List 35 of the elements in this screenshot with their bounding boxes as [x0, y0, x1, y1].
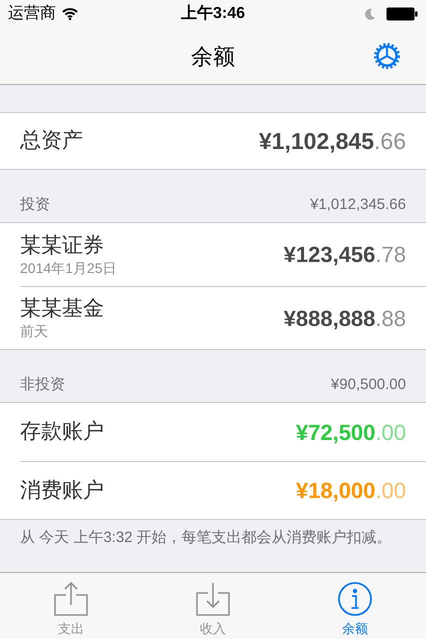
account-date: 2014年1月25日	[20, 258, 117, 276]
section-title: 投资	[20, 194, 50, 214]
cents-text: .88	[375, 304, 406, 332]
moon-icon	[364, 8, 376, 20]
amount-text: ¥1,102,845	[258, 126, 374, 156]
account-name: 某某基金	[20, 296, 104, 322]
amount-text: ¥72,500	[296, 418, 376, 446]
amount-text: ¥888,888	[284, 304, 376, 332]
account-name: 某某证券	[20, 232, 105, 258]
cents-text: .78	[375, 241, 406, 269]
wifi-icon	[62, 8, 78, 20]
row-label: 总资产	[20, 128, 83, 154]
account-name: 存款账户	[20, 419, 104, 445]
section-total: ¥90,500.00	[330, 374, 406, 394]
battery-icon	[386, 7, 418, 21]
tab-button[interactable]: 支出	[0, 573, 142, 639]
cents-text: .00	[375, 418, 406, 446]
section-total: ¥1,012,345.66	[310, 194, 406, 214]
amount-text: ¥18,000	[296, 477, 376, 505]
account-date: 前天	[20, 322, 49, 340]
nav-title: 余额	[191, 42, 235, 70]
tab-button[interactable]: 收入	[142, 573, 284, 639]
footnote-text: 从 今天 上午3:32 开始，每笔支出都会从消费账户扣减。	[19, 528, 393, 548]
amount-text: ¥123,456	[284, 241, 376, 269]
account-name: 消费账户	[20, 478, 104, 504]
carrier-text: 运营商	[8, 4, 56, 24]
download-icon	[195, 581, 231, 617]
cents-text: .00	[375, 477, 406, 505]
cents-text: .66	[374, 126, 406, 156]
status-time: 上午3:46	[180, 4, 246, 24]
section-title: 非投资	[20, 374, 65, 394]
share-icon	[53, 581, 89, 617]
settings-icon[interactable]	[372, 41, 402, 71]
tab-button[interactable]: 余额	[284, 573, 426, 639]
info-icon	[337, 581, 373, 617]
